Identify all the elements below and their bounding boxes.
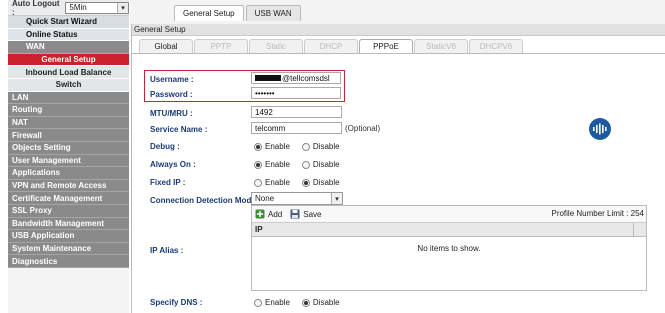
sidebar-item-online-status[interactable]: Online Status (8, 28, 129, 42)
auto-logout-label: Auto Logout : (12, 0, 60, 17)
tab-pppoe[interactable]: PPPoE (359, 39, 413, 53)
fixed-ip-label: Fixed IP : (150, 177, 186, 187)
ip-column-header[interactable]: IP (252, 223, 646, 237)
ip-alias-table: Add Save Profile Number Limit : 254 IP N… (251, 205, 647, 291)
redacted-mark (255, 75, 281, 81)
sidebar: Auto Logout : 5Min ▾ Quick Start Wizard … (8, 0, 129, 313)
protocol-tabs: Global PPTP Static DHCP PPPoE StaticV6 D… (139, 39, 523, 53)
auto-logout-value: 5Min (69, 3, 87, 12)
tab-usb-wan[interactable]: USB WAN (245, 5, 301, 21)
fixed-ip-enable-radio[interactable] (254, 178, 262, 187)
service-name-value: telcomm (255, 123, 286, 133)
mtu-label: MTU/MRU : (150, 108, 193, 118)
empty-message: No items to show. (417, 244, 481, 253)
debug-label: Debug : (150, 141, 180, 151)
save-icon (290, 209, 300, 219)
sidebar-item-usb-application[interactable]: USB Application (8, 230, 129, 243)
sidebar-item-wan[interactable]: WAN (8, 41, 129, 54)
sidebar-item-general-setup[interactable]: General Setup (8, 53, 129, 67)
dns-enable-radio[interactable] (254, 298, 262, 307)
alias-toolbar: Add Save Profile Number Limit : 254 (252, 206, 646, 223)
always-on-disable-radio[interactable] (301, 160, 310, 169)
tab-staticv6[interactable]: StaticV6 (414, 39, 468, 53)
chevron-down-icon: ▾ (331, 193, 342, 204)
brand-logo-icon (589, 118, 611, 140)
sidebar-item-diagnostics[interactable]: Diagnostics (8, 255, 129, 268)
sidebar-item-quick-start[interactable]: Quick Start Wizard (8, 16, 129, 29)
service-name-hint: (Optional) (345, 124, 381, 133)
password-value: ••••••• (255, 88, 275, 98)
dns-disable-radio[interactable] (301, 298, 310, 307)
debug-radio-group: Enable Disable (254, 142, 340, 151)
debug-disable-radio[interactable] (301, 142, 310, 151)
auto-logout-select[interactable]: 5Min ▾ (65, 1, 129, 14)
sidebar-item-switch[interactable]: Switch (8, 78, 129, 92)
tab-dhcpv6[interactable]: DHCPV6 (469, 39, 523, 53)
mtu-input[interactable]: 1492 (251, 106, 342, 118)
detection-mode-label: Connection Detection Mode : (150, 195, 261, 205)
tab-divider (132, 53, 665, 54)
sidebar-item-nat[interactable]: NAT (8, 116, 129, 130)
password-label: Password : (150, 89, 193, 99)
tab-dhcp[interactable]: DHCP (304, 39, 358, 53)
page-tab-bar: General Setup USB WAN (130, 0, 665, 24)
general-setup-panel: General Setup Global PPTP Static DHCP PP… (131, 24, 665, 313)
sidebar-item-ssl-proxy[interactable]: SSL Proxy (8, 204, 129, 218)
sidebar-item-inbound-load-balance[interactable]: Inbound Load Balance (8, 66, 129, 79)
sidebar-item-certificate-management[interactable]: Certificate Management (8, 192, 129, 205)
sidebar-item-user-management[interactable]: User Management (8, 154, 129, 168)
sidebar-item-routing[interactable]: Routing (8, 104, 129, 117)
add-icon (255, 209, 265, 219)
fixed-ip-radio-group: Enable Disable (254, 178, 340, 187)
sidebar-item-lan[interactable]: LAN (8, 91, 129, 105)
panel-title: General Setup (132, 24, 665, 36)
sidebar-item-vpn[interactable]: VPN and Remote Access (8, 179, 129, 193)
always-on-enable-radio[interactable] (254, 160, 262, 169)
username-label: Username : (150, 74, 194, 84)
password-input[interactable]: ••••••• (251, 87, 341, 99)
service-name-label: Service Name : (150, 124, 208, 134)
tab-pptp[interactable]: PPTP (194, 39, 248, 53)
auto-logout: Auto Logout : 5Min ▾ (8, 0, 129, 17)
mtu-value: 1492 (255, 107, 273, 117)
sidebar-item-firewall[interactable]: Firewall (8, 129, 129, 142)
sidebar-item-applications[interactable]: Applications (8, 167, 129, 180)
sidebar-item-system-maintenance[interactable]: System Maintenance (8, 242, 129, 256)
tab-global[interactable]: Global (139, 39, 193, 53)
save-button[interactable]: Save (290, 209, 321, 219)
tab-static[interactable]: Static (249, 39, 303, 53)
always-on-radio-group: Enable Disable (254, 160, 340, 169)
username-input[interactable]: @tellcomsdsl (251, 72, 341, 84)
username-value: @tellcomsdsl (282, 73, 330, 83)
sidebar-item-bandwidth-management[interactable]: Bandwidth Management (8, 217, 129, 231)
detection-mode-select[interactable]: None ▾ (251, 192, 343, 205)
add-button[interactable]: Add (255, 209, 282, 219)
service-name-input[interactable]: telcomm (251, 122, 342, 134)
ip-alias-label: IP Alias : (150, 245, 184, 255)
tab-general-setup[interactable]: General Setup (174, 5, 244, 21)
always-on-label: Always On : (150, 159, 196, 169)
chevron-down-icon: ▾ (117, 2, 128, 13)
detection-mode-value: None (255, 194, 275, 203)
profile-limit: Profile Number Limit : 254 (551, 209, 644, 218)
fixed-ip-disable-radio[interactable] (301, 178, 310, 187)
sidebar-item-objects-setting[interactable]: Objects Setting (8, 141, 129, 155)
specify-dns-label: Specify DNS : (150, 297, 203, 307)
specify-dns-radio-group: Enable Disable (254, 298, 340, 307)
debug-enable-radio[interactable] (254, 142, 262, 151)
